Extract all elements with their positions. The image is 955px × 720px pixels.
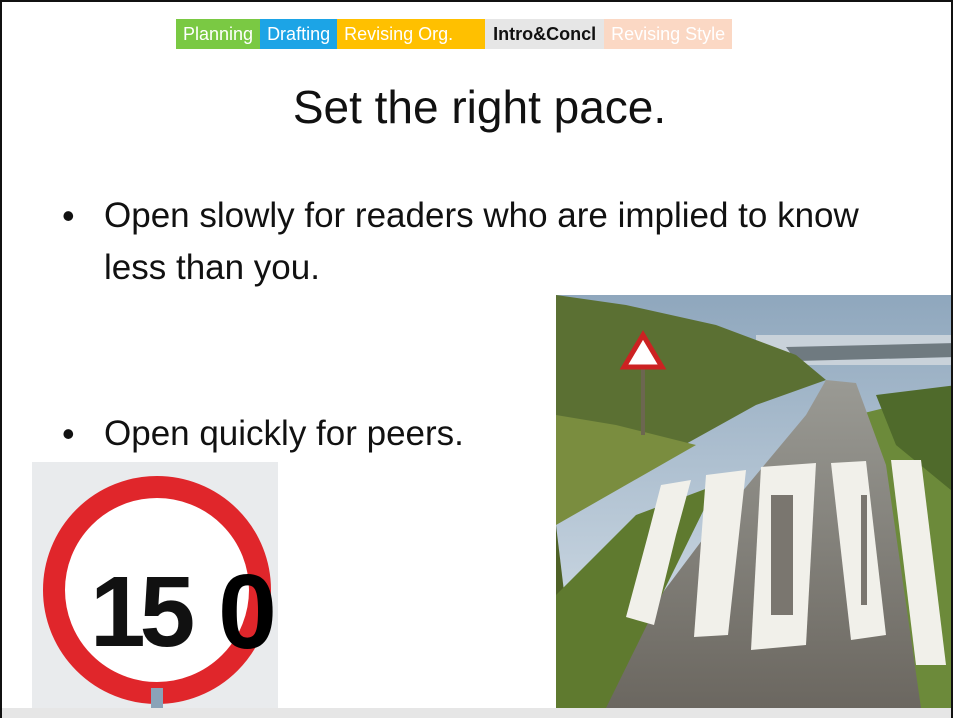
section-nav: Planning Drafting Revising Org. Intro&Co… bbox=[176, 19, 733, 49]
tab-revising-org[interactable]: Revising Org. bbox=[337, 19, 486, 49]
speed-sign-overlay-digit: 0 bbox=[218, 553, 277, 671]
slide-title: Set the right pace. bbox=[292, 81, 667, 133]
tab-drafting[interactable]: Drafting bbox=[260, 19, 338, 49]
speed-sign-number: 15 bbox=[90, 556, 195, 668]
slide: Planning Drafting Revising Org. Intro&Co… bbox=[0, 0, 953, 718]
bottom-bar bbox=[2, 708, 951, 718]
bullet-item: Open slowly for readers who are implied … bbox=[62, 190, 882, 294]
road-slow-marking-photo-icon bbox=[556, 295, 951, 708]
road-slow-photo bbox=[556, 295, 951, 708]
tab-planning[interactable]: Planning bbox=[176, 19, 261, 49]
tab-revising-style[interactable]: Revising Style bbox=[604, 19, 733, 49]
tab-intro-concl[interactable]: Intro&Concl bbox=[485, 19, 605, 49]
sign-pole bbox=[151, 688, 163, 708]
